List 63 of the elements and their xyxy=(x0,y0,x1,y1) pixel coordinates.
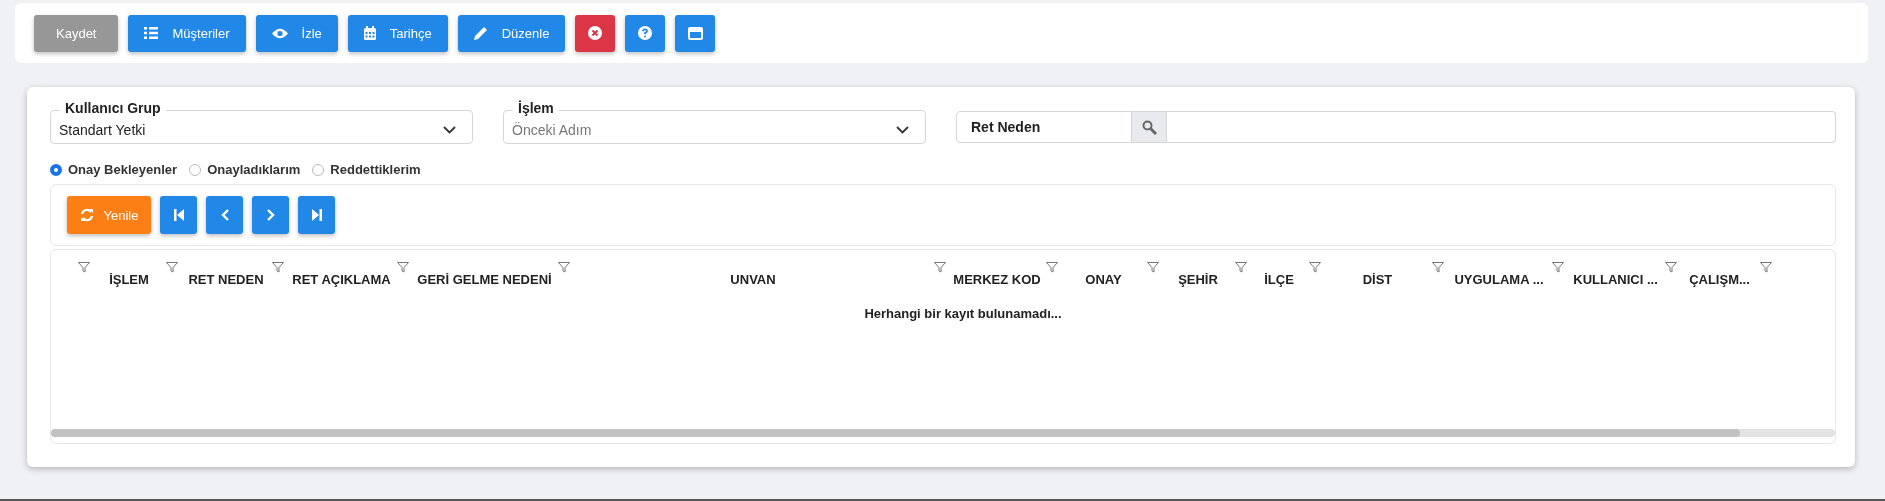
filter-icon[interactable] xyxy=(1235,262,1247,273)
filter-icon[interactable] xyxy=(1552,262,1564,273)
reject-reason-field[interactable] xyxy=(1167,111,1836,143)
filter-icon[interactable] xyxy=(78,262,90,273)
filter-icon[interactable] xyxy=(558,262,570,273)
chevron-left-icon xyxy=(220,209,229,221)
field-label: İşlem xyxy=(513,100,559,116)
radio-option[interactable]: Onay Bekleyenler xyxy=(50,162,178,177)
filter-icon[interactable] xyxy=(1046,262,1058,273)
search-button[interactable] xyxy=(1132,111,1167,143)
chevron-down-icon xyxy=(896,126,909,134)
column-header[interactable]: DİST xyxy=(1362,272,1393,292)
column-header[interactable]: GERİ GELME NEDENİ xyxy=(417,272,552,292)
filter-icon[interactable] xyxy=(934,262,946,273)
column-header[interactable]: ONAY xyxy=(1085,272,1122,292)
icon-button[interactable] xyxy=(625,14,666,52)
radio-option[interactable]: Onayladıklarım xyxy=(189,162,301,177)
column-header[interactable]: UNVAN xyxy=(730,272,776,292)
icon-button[interactable] xyxy=(675,14,716,52)
toolbar-button[interactable]: Düzenle xyxy=(457,14,566,52)
pager-button[interactable] xyxy=(298,196,335,234)
skip-first-icon xyxy=(173,209,184,221)
reject-reason-label: Ret Neden xyxy=(956,111,1132,143)
refresh-icon xyxy=(79,208,94,222)
column-header[interactable]: İLÇE xyxy=(1264,272,1294,292)
list-icon xyxy=(144,27,159,39)
pager-button[interactable] xyxy=(160,196,197,234)
column-header[interactable]: MERKEZ KOD xyxy=(953,272,1041,292)
close-icon xyxy=(588,26,603,40)
chevron-down-icon xyxy=(443,126,456,134)
empty-message: Herhangi bir kayıt bulunamadı... xyxy=(863,306,1063,321)
column-header[interactable]: RET AÇIKLAMA xyxy=(292,272,391,292)
search-icon xyxy=(1141,119,1157,135)
toolbar-button[interactable]: İzle xyxy=(255,14,338,52)
chevron-right-icon xyxy=(266,209,275,221)
filter-icon[interactable] xyxy=(1760,262,1772,273)
filter-icon[interactable] xyxy=(272,262,284,273)
field-label: Kullanıcı Grup xyxy=(60,100,166,116)
radio-option[interactable]: Reddettiklerim xyxy=(312,162,421,177)
filter-icon[interactable] xyxy=(1309,262,1321,273)
skip-last-icon xyxy=(311,209,322,221)
toolbar-button[interactable]: Müşteriler xyxy=(128,14,246,52)
column-header[interactable]: RET NEDEN xyxy=(188,272,264,292)
filter-icon[interactable] xyxy=(397,262,409,273)
filter-icon[interactable] xyxy=(1432,262,1444,273)
horizontal-scrollbar[interactable] xyxy=(51,429,1835,437)
pager-button[interactable] xyxy=(252,196,289,234)
column-header[interactable]: UYGULAMA ... xyxy=(1454,272,1544,292)
window-icon xyxy=(687,26,703,40)
help-icon xyxy=(638,26,653,40)
filter-icon[interactable] xyxy=(1665,262,1677,273)
pager-button[interactable] xyxy=(206,196,243,234)
column-header[interactable]: ÇALIŞM... xyxy=(1689,272,1750,292)
calendar-icon xyxy=(363,26,376,40)
filter-icon[interactable] xyxy=(166,262,178,273)
icon-button[interactable] xyxy=(575,14,616,52)
column-header[interactable]: İŞLEM xyxy=(109,272,149,292)
column-header[interactable]: ŞEHİR xyxy=(1178,272,1218,292)
toolbar-button[interactable]: Tarihçe xyxy=(347,14,448,52)
column-header[interactable]: KULLANICI ... xyxy=(1573,272,1658,292)
filter-icon[interactable] xyxy=(1147,262,1159,273)
eye-icon xyxy=(271,27,288,39)
pencil-icon xyxy=(473,26,488,40)
